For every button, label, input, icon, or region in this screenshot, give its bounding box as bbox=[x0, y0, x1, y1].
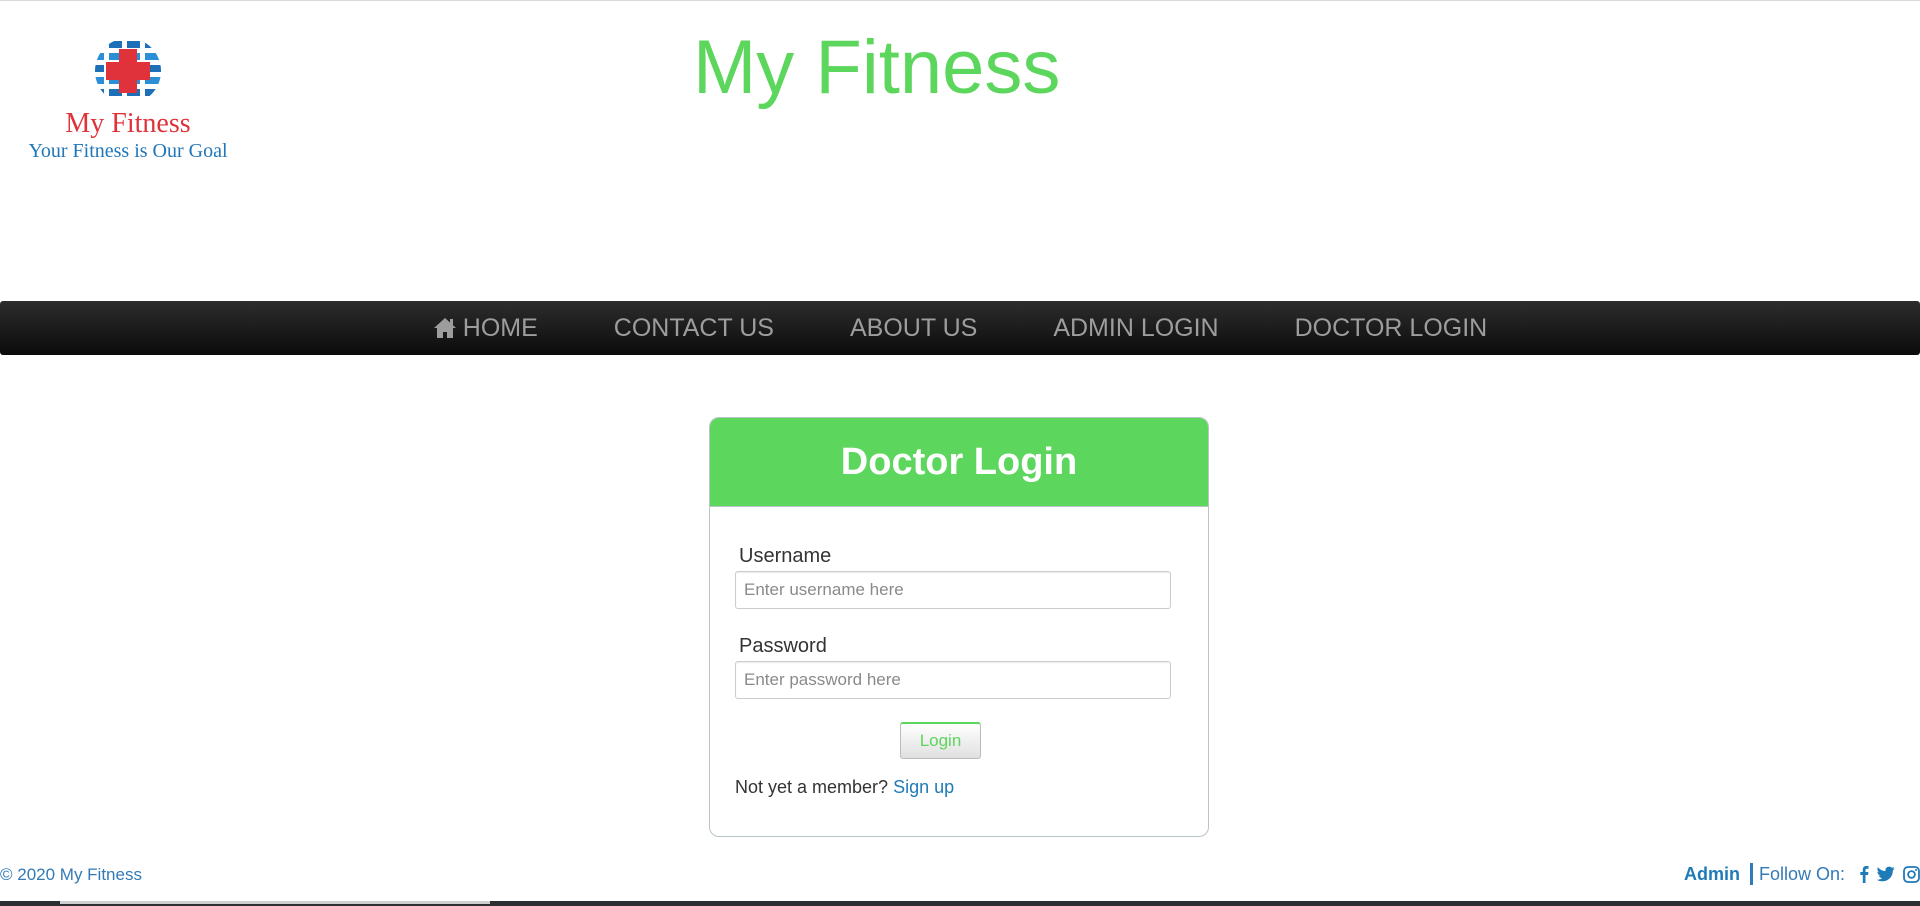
site-title: My Fitness bbox=[693, 25, 1061, 110]
nav-item-home-label: HOME bbox=[462, 314, 538, 342]
footer-links: Admin Follow On: bbox=[1684, 863, 1920, 885]
instagram-icon[interactable] bbox=[1903, 865, 1920, 883]
footer-divider bbox=[1749, 863, 1753, 885]
nav-list: HOME CONTACT US ABOUT US ADMIN LOGIN DOC… bbox=[395, 301, 1525, 355]
admin-link[interactable]: Admin bbox=[1684, 864, 1740, 885]
signup-prompt: Not yet a member? Sign up bbox=[735, 777, 954, 798]
nav-item-contact-us[interactable]: CONTACT US bbox=[576, 301, 812, 355]
password-input[interactable] bbox=[735, 661, 1171, 699]
nav-item-about-us[interactable]: ABOUT US bbox=[812, 301, 1015, 355]
copyright-text: © 2020 My Fitness bbox=[0, 865, 142, 884]
bottom-strip-highlight bbox=[60, 901, 490, 904]
nav-item-home[interactable]: HOME bbox=[395, 301, 576, 355]
page: My Fitness Your Fitness is Our Goal My F… bbox=[0, 0, 1920, 906]
card-header: Doctor Login bbox=[710, 418, 1208, 507]
username-label: Username bbox=[739, 545, 832, 567]
doctor-login-card: Doctor Login Username Password Login Not… bbox=[709, 417, 1209, 837]
follow-label: Follow On: bbox=[1758, 863, 1845, 884]
main-navbar: HOME CONTACT US ABOUT US ADMIN LOGIN DOC… bbox=[0, 301, 1920, 355]
signup-link[interactable]: Sign up bbox=[893, 777, 954, 797]
site-logo[interactable]: My Fitness Your Fitness is Our Goal bbox=[8, 35, 248, 163]
logo-name: My Fitness bbox=[65, 108, 191, 139]
logo-tagline: Your Fitness is Our Goal bbox=[28, 140, 228, 162]
home-icon bbox=[433, 318, 456, 338]
globe-cross-icon bbox=[95, 38, 161, 104]
username-input[interactable] bbox=[735, 571, 1171, 609]
member-prompt-text: Not yet a member? bbox=[735, 777, 889, 797]
nav-item-admin-login[interactable]: ADMIN LOGIN bbox=[1015, 301, 1256, 355]
password-label: Password bbox=[739, 635, 827, 657]
nav-item-doctor-login[interactable]: DOCTOR LOGIN bbox=[1257, 301, 1526, 355]
card-title: Doctor Login bbox=[840, 441, 1078, 483]
login-button[interactable]: Login bbox=[900, 722, 981, 759]
facebook-icon[interactable] bbox=[1859, 865, 1869, 883]
twitter-icon[interactable] bbox=[1877, 866, 1895, 882]
